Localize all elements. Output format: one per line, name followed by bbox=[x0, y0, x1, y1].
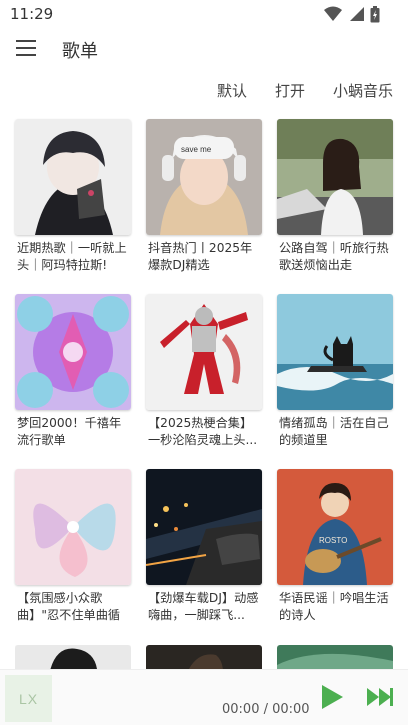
playback-time: 00:00 / 00:00 bbox=[222, 702, 310, 717]
playlist-cover bbox=[15, 294, 131, 410]
sort-option-default[interactable]: 默认 bbox=[217, 80, 247, 101]
mini-player-cover[interactable]: LX bbox=[5, 675, 52, 722]
playlist-title: 抖音热门丨2025年爆款DJ精选 bbox=[148, 241, 253, 272]
playlist-cover bbox=[277, 294, 393, 410]
playlist-card[interactable]: ROSTO 华语民谣｜吟唱生活的诗人 bbox=[277, 469, 393, 634]
playlist-card[interactable]: 【氛围感小众歌曲】"忍不住单曲循环！" bbox=[15, 469, 131, 634]
playlist-card[interactable]: 近期热歌｜一听就上头｜阿玛特拉斯! bbox=[15, 119, 131, 284]
wifi-icon bbox=[324, 6, 342, 21]
mini-player-cover-text: LX bbox=[18, 690, 39, 707]
status-icons bbox=[324, 5, 380, 23]
playlist-title: 近期热歌｜一听就上头｜阿玛特拉斯! bbox=[17, 241, 127, 272]
playlist-cover bbox=[15, 469, 131, 585]
status-time: 11:29 bbox=[10, 5, 54, 23]
playlist-title: 梦回2000！千禧年流行歌单 bbox=[17, 416, 122, 447]
playlist-card[interactable]: 【2025热梗合集】一秒沦陷灵魂上头... bbox=[146, 294, 262, 459]
playlist-title: 【2025热梗合集】一秒沦陷灵魂上头... bbox=[148, 416, 258, 447]
playlist-cover bbox=[277, 645, 393, 669]
hamburger-menu-icon[interactable] bbox=[16, 40, 36, 56]
playlist-cover bbox=[146, 294, 262, 410]
playlist-title: 华语民谣｜吟唱生活的诗人 bbox=[279, 591, 389, 622]
play-icon[interactable] bbox=[319, 684, 345, 710]
svg-text:ROSTO: ROSTO bbox=[319, 536, 347, 545]
sort-option-open[interactable]: 打开 bbox=[275, 80, 305, 101]
playlist-cover: ROSTO bbox=[277, 469, 393, 585]
playlist-cover bbox=[277, 119, 393, 235]
playlist-cover bbox=[15, 645, 131, 669]
cellular-signal-icon bbox=[350, 7, 364, 21]
playlist-cover bbox=[146, 469, 262, 585]
playlist-card[interactable]: 【劲爆车载DJ】动感嗨曲，一脚踩飞... bbox=[146, 469, 262, 634]
playlist-cover: save me bbox=[146, 119, 262, 235]
sort-bar: 默认 打开 小蜗音乐 bbox=[217, 80, 393, 101]
playlist-card[interactable]: save me 抖音热门丨2025年爆款DJ精选 bbox=[146, 119, 262, 284]
playlist-cover bbox=[146, 645, 262, 669]
app-bar: 歌单 bbox=[0, 28, 408, 72]
status-bar: 11:29 bbox=[0, 0, 408, 28]
playlist-card[interactable] bbox=[146, 645, 262, 669]
page-title: 歌单 bbox=[62, 41, 98, 62]
playlist-card[interactable] bbox=[277, 645, 393, 669]
playlist-card[interactable]: 梦回2000！千禧年流行歌单 bbox=[15, 294, 131, 459]
playlist-cover bbox=[15, 119, 131, 235]
playlist-card[interactable] bbox=[15, 645, 131, 669]
battery-icon bbox=[370, 5, 380, 22]
playlist-title: 情绪孤岛｜活在自己的频道里 bbox=[279, 416, 389, 447]
playlist-title: 【劲爆车载DJ】动感嗨曲，一脚踩飞... bbox=[148, 591, 259, 622]
mini-player: LX 00:00 / 00:00 bbox=[0, 669, 408, 725]
svg-text:save me: save me bbox=[181, 145, 212, 154]
skip-next-icon[interactable] bbox=[366, 687, 394, 707]
playlist-title: 【氛围感小众歌曲】"忍不住单曲循环！" bbox=[17, 591, 121, 622]
playlist-title: 公路自驾｜听旅行热歌送烦恼出走 bbox=[279, 241, 389, 272]
playlist-card[interactable]: 情绪孤岛｜活在自己的频道里 bbox=[277, 294, 393, 459]
sort-option-source[interactable]: 小蜗音乐 bbox=[333, 80, 393, 101]
playlist-card[interactable]: 公路自驾｜听旅行热歌送烦恼出走 bbox=[277, 119, 393, 284]
